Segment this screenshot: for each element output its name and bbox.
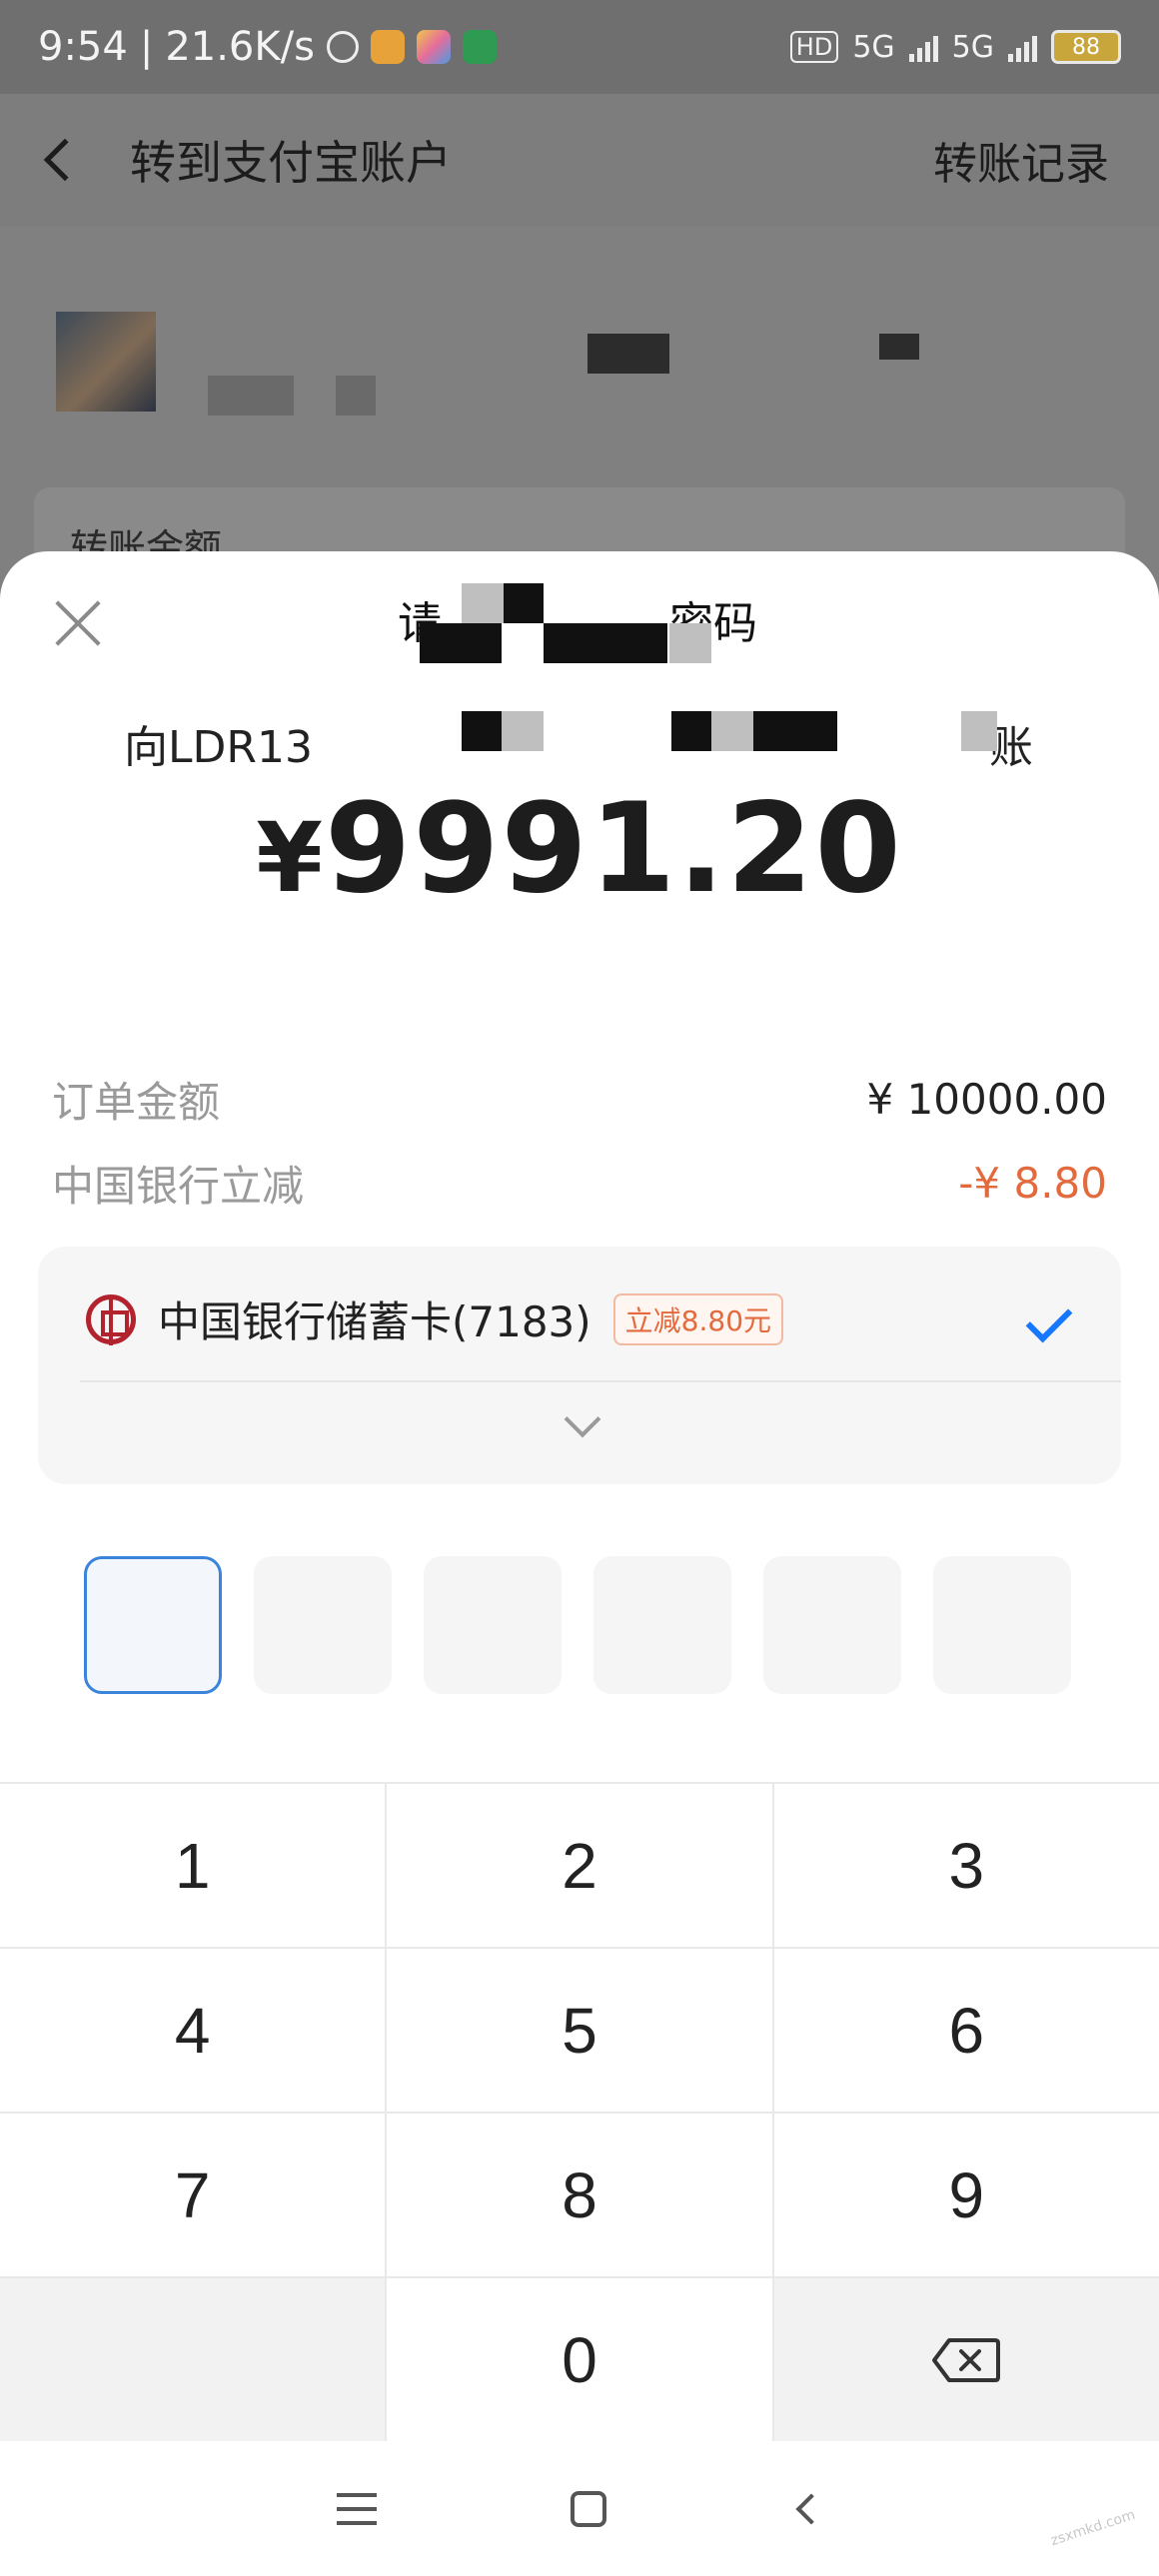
order-amount-label: 订单金额 bbox=[52, 1077, 221, 1127]
background-page: 转账金额 bbox=[0, 226, 1159, 687]
pin-box[interactable] bbox=[254, 1556, 392, 1694]
key-1[interactable]: 1 bbox=[0, 1784, 386, 1947]
promo-badge: 立减8.80元 bbox=[612, 1292, 784, 1345]
network-speed: 21.6K/s bbox=[165, 24, 315, 70]
redaction-block bbox=[879, 334, 919, 360]
transfer-records-link[interactable]: 转账记录 bbox=[933, 128, 1109, 192]
key-7[interactable]: 7 bbox=[0, 2114, 386, 2276]
discount-value: -¥ 8.80 bbox=[958, 1158, 1107, 1208]
redaction-block bbox=[208, 376, 294, 416]
system-nav-bar bbox=[0, 2441, 1159, 2576]
numeric-keypad: 1 2 3 4 5 6 7 8 9 0 bbox=[0, 1782, 1159, 2441]
photos-app-icon bbox=[416, 30, 451, 64]
status-bar: 9:54 | 21.6K/s HD 5G 5G 88 bbox=[0, 0, 1159, 94]
signal-icon bbox=[1008, 32, 1037, 62]
clock: 9:54 bbox=[38, 24, 128, 70]
recent-apps-icon[interactable] bbox=[337, 2492, 377, 2525]
payment-method-card[interactable]: 中国银行储蓄卡(7183) 立减8.80元 bbox=[38, 1247, 1121, 1484]
network-type-1: 5G bbox=[852, 29, 895, 65]
pin-box[interactable] bbox=[933, 1556, 1071, 1694]
close-icon[interactable] bbox=[48, 593, 108, 653]
redaction-block bbox=[420, 623, 502, 663]
page-header: 转到支付宝账户 转账记录 bbox=[0, 94, 1159, 226]
chevron-down-icon[interactable] bbox=[564, 1400, 601, 1438]
key-8[interactable]: 8 bbox=[387, 2114, 772, 2276]
payment-method-option[interactable]: 中国银行储蓄卡(7183) 立减8.80元 bbox=[86, 1288, 784, 1349]
key-blank bbox=[0, 2278, 386, 2441]
alarm-icon bbox=[326, 31, 359, 63]
pin-box[interactable] bbox=[593, 1556, 731, 1694]
signal-icon bbox=[908, 32, 938, 62]
divider bbox=[80, 1380, 1121, 1382]
checkmark-icon bbox=[1025, 1295, 1073, 1343]
redaction-block bbox=[671, 711, 711, 751]
order-amount-row: 订单金额 ¥ 10000.00 bbox=[52, 1057, 1107, 1141]
redaction-block bbox=[753, 711, 837, 751]
back-arrow-icon[interactable] bbox=[43, 138, 87, 182]
hd-icon: HD bbox=[789, 31, 839, 63]
discount-row: 中国银行立减 -¥ 8.80 bbox=[52, 1141, 1107, 1225]
page-title: 转到支付宝账户 bbox=[130, 136, 452, 190]
discount-label: 中国银行立减 bbox=[52, 1161, 305, 1211]
network-type-2: 5G bbox=[951, 29, 994, 65]
key-2[interactable]: 2 bbox=[387, 1784, 772, 1947]
key-9[interactable]: 9 bbox=[773, 2114, 1159, 2276]
post-app-icon bbox=[462, 30, 497, 64]
key-3[interactable]: 3 bbox=[773, 1784, 1159, 1947]
key-6[interactable]: 6 bbox=[773, 1949, 1159, 2112]
redaction-block bbox=[669, 623, 711, 663]
key-5[interactable]: 5 bbox=[387, 1949, 772, 2112]
pin-input[interactable] bbox=[84, 1556, 1071, 1694]
payment-method-label: 中国银行储蓄卡(7183) bbox=[158, 1297, 591, 1346]
home-icon[interactable] bbox=[571, 2490, 606, 2527]
pin-box[interactable] bbox=[84, 1556, 222, 1694]
pin-box[interactable] bbox=[424, 1556, 562, 1694]
redaction-block bbox=[462, 711, 502, 751]
redaction-block bbox=[544, 623, 667, 663]
avatar bbox=[56, 312, 156, 412]
redaction-block bbox=[711, 711, 753, 751]
bank-of-china-icon bbox=[86, 1293, 136, 1345]
payment-amount: ¥9991.20 bbox=[256, 777, 903, 921]
key-0[interactable]: 0 bbox=[387, 2278, 772, 2441]
back-icon[interactable] bbox=[795, 2492, 827, 2525]
redaction-block bbox=[587, 334, 669, 374]
backspace-icon bbox=[932, 2337, 1001, 2382]
redaction-block bbox=[504, 583, 544, 623]
amount-breakdown: 订单金额 ¥ 10000.00 中国银行立减 -¥ 8.80 bbox=[52, 1057, 1107, 1225]
backspace-key[interactable] bbox=[773, 2278, 1159, 2441]
battery-icon: 88 bbox=[1051, 30, 1121, 64]
order-amount-value: ¥ 10000.00 bbox=[866, 1074, 1107, 1124]
key-4[interactable]: 4 bbox=[0, 1949, 386, 2112]
redaction-block bbox=[462, 583, 504, 623]
payment-sheet: 请 密码 向LDR13 账 ¥9991.20 订单金额 ¥ 10000.00 中… bbox=[0, 551, 1159, 2441]
redaction-block bbox=[336, 376, 376, 416]
redaction-block bbox=[961, 711, 997, 751]
pin-box[interactable] bbox=[763, 1556, 901, 1694]
redaction-block bbox=[502, 711, 544, 751]
notes-app-icon bbox=[370, 30, 405, 64]
